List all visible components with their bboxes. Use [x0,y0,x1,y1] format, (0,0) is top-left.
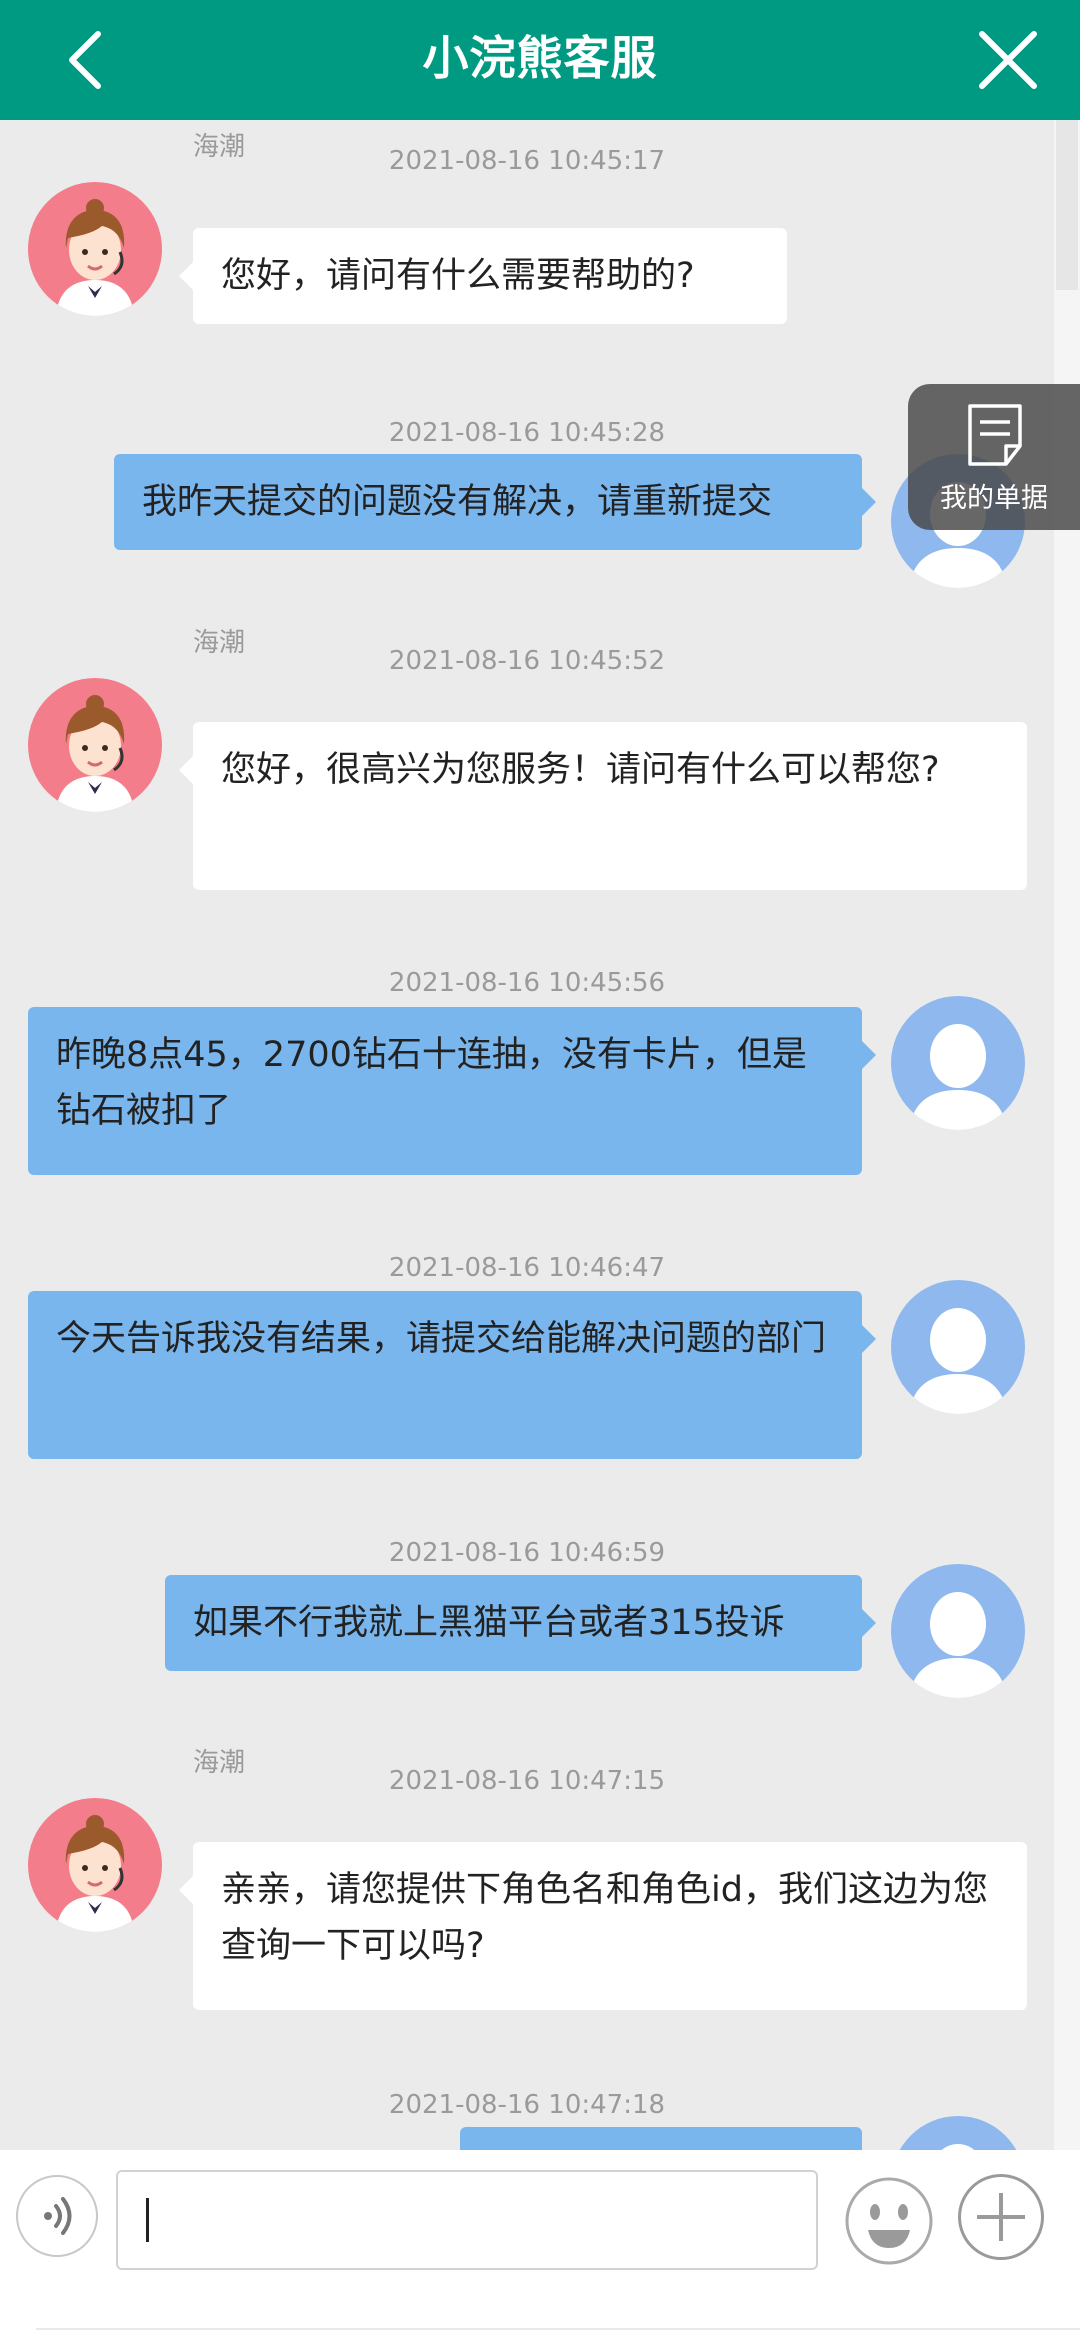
message-list[interactable]: 2021-08-16 10:45:17 海潮 您好，请问有什么需要帮助的? 20… [0,120,1054,2150]
user-avatar-icon [941,2144,975,2150]
my-tickets-label: 我的单据 [940,483,1048,514]
scrollbar-thumb[interactable] [1056,120,1078,290]
agent-avatar [28,678,162,812]
voice-icon [44,2197,72,2235]
input-bar [0,2150,1080,2340]
page-title: 小浣熊客服 [422,31,658,85]
user-message-bubble: 如果不行我就上黑猫平台或者315投诉 [165,1575,876,1671]
agent-name: 海潮 [193,1748,246,1778]
emoji-icon[interactable] [844,2176,934,2266]
divider [36,2328,1080,2330]
voice-button[interactable] [16,2175,98,2257]
user-avatar [891,996,1025,1130]
message-timestamp: 2021-08-16 10:46:47 [388,1253,666,1283]
agent-message-bubble: 您好，很高兴为您服务！请问有什么可以帮您? [179,722,1027,890]
user-message-bubble: 昨晚8点45，2700钻石十连抽，没有卡片，但是钻石被扣了 [28,1007,876,1175]
message-input[interactable] [116,2170,818,2270]
user-avatar [891,1280,1025,1414]
message-timestamp: 2021-08-16 10:45:28 [388,418,666,448]
user-message-bubble [460,2127,862,2150]
message-timestamp: 2021-08-16 10:46:59 [388,1538,666,1568]
close-icon[interactable] [976,28,1040,92]
user-avatar-icon [909,1592,1007,1698]
message-timestamp: 2021-08-16 10:45:17 [388,146,666,176]
plus-button[interactable] [958,2174,1044,2260]
user-message-bubble: 今天告诉我没有结果，请提交给能解决问题的部门 [28,1291,876,1459]
chat-screen: 小浣熊客服 2021-08-16 10:45:17 海潮 您好，请问有什么需要帮… [0,0,1080,2340]
agent-avatar [28,1798,162,1932]
agent-avatar-icon [56,1815,134,1932]
plus-icon [977,2193,1025,2241]
user-avatar [891,1564,1025,1698]
message-timestamp: 2021-08-16 10:47:18 [388,2090,666,2120]
agent-message-bubble: 您好，请问有什么需要帮助的? [179,228,787,324]
agent-avatar-icon [56,199,134,316]
message-timestamp: 2021-08-16 10:47:15 [388,1766,666,1796]
document-icon [968,404,1022,466]
text-caret [146,2198,149,2242]
user-avatar-icon [909,1308,1007,1414]
agent-avatar [28,182,162,316]
agent-message-bubble: 亲亲，请您提供下角色名和角色id，我们这边为您查询一下可以吗? [179,1842,1027,2010]
agent-name: 海潮 [193,628,246,658]
agent-name: 海潮 [193,132,246,162]
user-avatar [891,2116,1025,2150]
user-message-bubble: 我昨天提交的问题没有解决，请重新提交 [114,454,876,550]
header-bar: 小浣熊客服 [0,0,1080,120]
message-timestamp: 2021-08-16 10:45:52 [388,646,666,676]
my-tickets-button[interactable]: 我的单据 [908,384,1080,530]
message-timestamp: 2021-08-16 10:45:56 [388,968,666,998]
user-avatar-icon [909,1024,1007,1130]
agent-avatar-icon [56,695,134,812]
